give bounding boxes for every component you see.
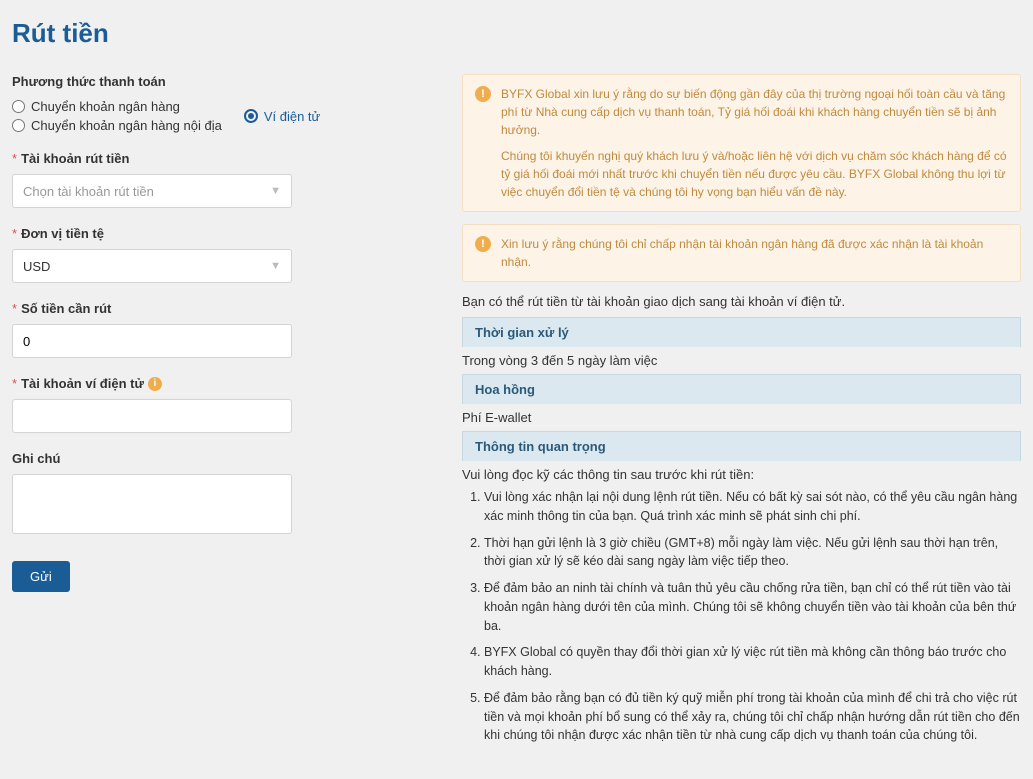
alert-text-1: BYFX Global xin lưu ý rằng do sự biến độ… <box>501 85 1008 139</box>
list-item: Thời hạn gửi lệnh là 3 giờ chiều (GMT+8)… <box>484 534 1021 572</box>
radio-bank-transfer[interactable]: Chuyển khoản ngân hàng <box>12 99 222 114</box>
alert-text-2: Chúng tôi khuyến nghị quý khách lưu ý và… <box>501 147 1008 201</box>
list-item: Vui lòng xác nhận lại nội dung lệnh rút … <box>484 488 1021 526</box>
warning-icon: ! <box>475 86 491 102</box>
processing-time-body: Trong vòng 3 đến 5 ngày làm việc <box>462 347 1021 374</box>
note-textarea[interactable] <box>12 474 292 534</box>
withdraw-account-placeholder: Chọn tài khoản rút tiền <box>23 184 154 199</box>
alert-account-verify: ! Xin lưu ý rằng chúng tôi chỉ chấp nhận… <box>462 224 1021 282</box>
radio-bank-transfer-input[interactable] <box>12 100 25 113</box>
radio-domestic-bank-input[interactable] <box>12 119 25 132</box>
radio-bank-transfer-label: Chuyển khoản ngân hàng <box>31 99 180 114</box>
required-icon: * <box>12 226 17 241</box>
required-icon: * <box>12 301 17 316</box>
submit-button[interactable]: Gửi <box>12 561 70 592</box>
withdraw-account-select[interactable]: Chọn tài khoản rút tiền ▼ <box>12 174 292 208</box>
warning-icon: ! <box>475 236 491 252</box>
ewallet-account-label: Tài khoản ví điện tử <box>21 376 144 391</box>
alert-text-3: Xin lưu ý rằng chúng tôi chỉ chấp nhận t… <box>501 235 1008 271</box>
list-item: BYFX Global có quyền thay đổi thời gian … <box>484 643 1021 681</box>
list-item: Để đảm bảo rằng bạn có đủ tiền ký quỹ mi… <box>484 689 1021 745</box>
radio-ewallet-label: Ví điện tử <box>264 109 320 124</box>
amount-input[interactable] <box>23 334 281 349</box>
alert-rate-warning: ! BYFX Global xin lưu ý rằng do sự biến … <box>462 74 1021 212</box>
info-icon[interactable]: i <box>148 377 162 391</box>
withdraw-account-label: Tài khoản rút tiền <box>21 151 129 166</box>
required-icon: * <box>12 376 17 391</box>
processing-time-header: Thời gian xử lý <box>462 317 1021 347</box>
currency-value: USD <box>23 259 50 274</box>
payment-method-label: Phương thức thanh toán <box>12 74 442 89</box>
radio-domestic-bank[interactable]: Chuyển khoản ngân hàng nội địa <box>12 118 222 133</box>
important-intro: Vui lòng đọc kỹ các thông tin sau trước … <box>462 467 1021 482</box>
currency-label: Đơn vị tiền tệ <box>21 226 104 241</box>
radio-ewallet[interactable]: Ví điện tử <box>244 109 320 124</box>
radio-dot-icon <box>244 109 258 123</box>
chevron-down-icon: ▼ <box>270 260 281 272</box>
page-title: Rút tiền <box>12 18 1021 49</box>
commission-body: Phí E-wallet <box>462 404 1021 431</box>
required-icon: * <box>12 151 17 166</box>
note-label: Ghi chú <box>12 451 60 466</box>
important-info-header: Thông tin quan trọng <box>462 431 1021 461</box>
radio-domestic-bank-label: Chuyển khoản ngân hàng nội địa <box>31 118 222 133</box>
amount-label: Số tiền cần rút <box>21 301 111 316</box>
important-list: Vui lòng xác nhận lại nội dung lệnh rút … <box>462 488 1021 745</box>
chevron-down-icon: ▼ <box>270 185 281 197</box>
currency-select[interactable]: USD ▼ <box>12 249 292 283</box>
ewallet-account-input[interactable] <box>23 409 281 424</box>
info-intro: Bạn có thể rút tiền từ tài khoản giao dị… <box>462 294 1021 309</box>
commission-header: Hoa hồng <box>462 374 1021 404</box>
list-item: Để đảm bảo an ninh tài chính và tuân thủ… <box>484 579 1021 635</box>
